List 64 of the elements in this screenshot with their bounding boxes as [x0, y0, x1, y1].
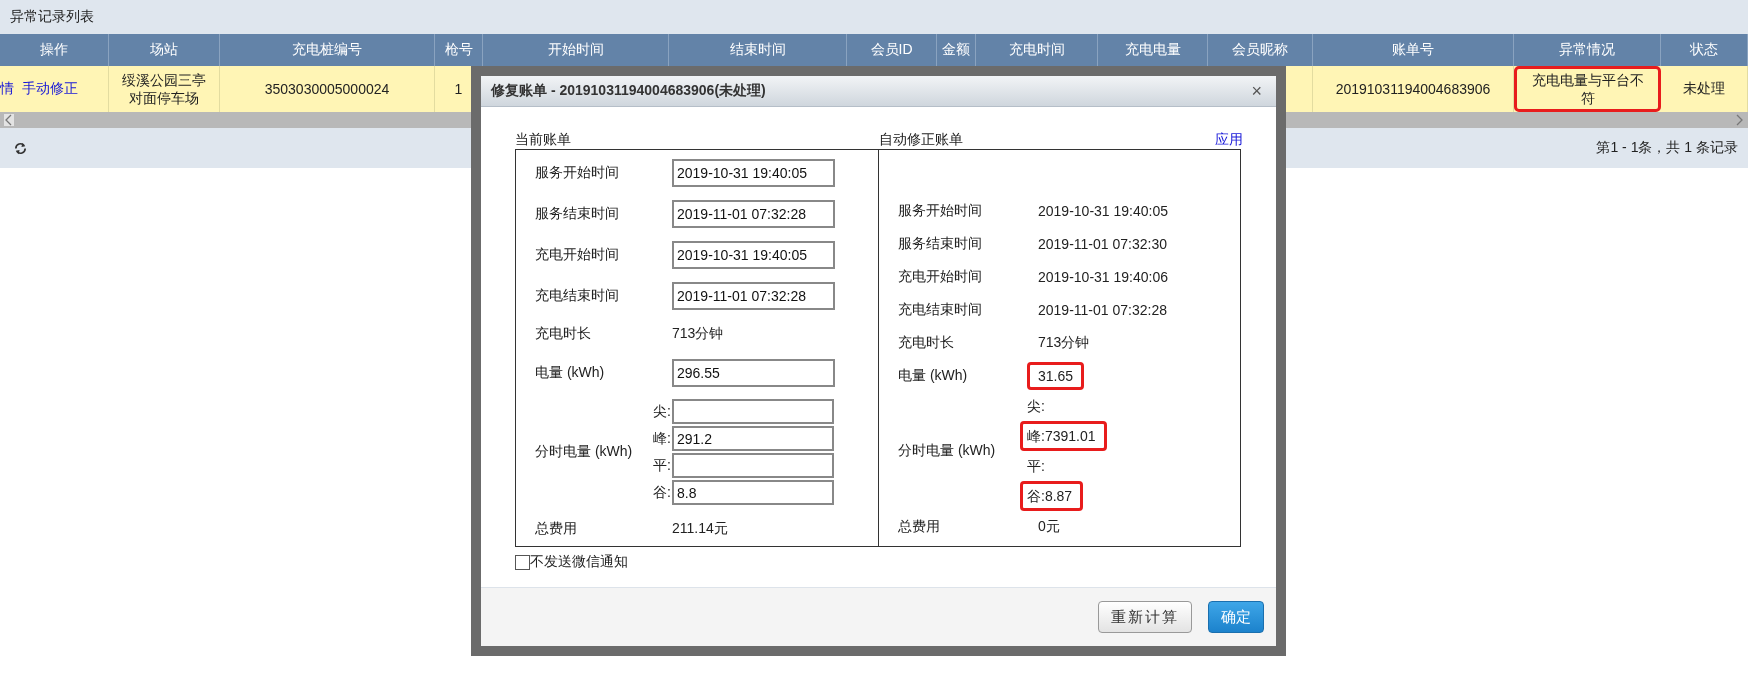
field-label: 总费用: [898, 517, 941, 536]
field-value: 2019-11-01 07:32:28: [1037, 300, 1168, 320]
input-field[interactable]: 2019-10-31 19:40:05: [672, 158, 835, 187]
field-label: 分时电量 (kWh): [898, 442, 997, 460]
table-cell: 未处理: [1683, 80, 1725, 98]
field-value: 峰:7391.01: [1020, 421, 1107, 451]
field-label: 电量 (kWh): [898, 366, 969, 385]
table-cell: 20191031194004683906: [1335, 81, 1491, 97]
period-label: 尖:: [653, 402, 672, 421]
field-value: 2019-10-31 19:40:05: [1037, 201, 1169, 221]
input-field[interactable]: 296.55: [672, 358, 835, 387]
period-label: 平:: [653, 456, 672, 475]
field-label: 服务结束时间: [535, 204, 620, 223]
field-label: 充电时长: [898, 333, 955, 352]
field-value: 211.14元: [671, 519, 729, 538]
field-label: 充电开始时间: [535, 245, 620, 264]
field-value: 713分钟: [1037, 332, 1091, 352]
field-label: 服务开始时间: [898, 201, 983, 220]
field-value: 0元: [1037, 516, 1061, 536]
field-label: 服务结束时间: [898, 234, 983, 253]
scroll-left-icon[interactable]: [4, 114, 14, 126]
input-field[interactable]: [672, 399, 834, 424]
checkbox-label: 不发送微信通知: [530, 553, 628, 571]
field-label: 分时电量 (kWh): [535, 443, 634, 461]
table-cell: 充电电量与平台不符: [1514, 66, 1661, 112]
checkbox[interactable]: [515, 554, 530, 570]
field-label: 充电结束时间: [535, 286, 620, 305]
period-label: 峰:: [653, 429, 672, 448]
section-heading: 自动修正账单: [879, 131, 963, 149]
input-field[interactable]: 2019-11-01 07:32:28: [672, 281, 835, 310]
field-label: 电量 (kWh): [535, 363, 606, 382]
input-field[interactable]: 8.8: [672, 480, 834, 505]
action-link[interactable]: 情: [0, 80, 14, 98]
table-cell: 3503030005000024: [264, 81, 390, 97]
table-cell-text: 绥溪公园三亭对面停车场: [121, 71, 207, 107]
input-field[interactable]: 2019-10-31 19:40:05: [672, 240, 835, 269]
scroll-right-icon[interactable]: [1734, 114, 1744, 126]
recalculate-button[interactable]: 重新计算: [1098, 601, 1192, 633]
input-field[interactable]: 2019-11-01 07:32:28: [672, 199, 835, 228]
apply-link[interactable]: 应用: [1215, 131, 1243, 149]
action-link[interactable]: 手动修正: [22, 80, 78, 98]
input-field[interactable]: [672, 453, 834, 478]
field-value: 平:: [1026, 457, 1046, 476]
field-value: 713分钟: [671, 324, 725, 343]
field-label: 充电结束时间: [898, 300, 983, 319]
field-value: 尖:: [1026, 397, 1046, 416]
field-value: 2019-11-01 07:32:30: [1037, 234, 1168, 254]
dialog-title: 修复账单 - 20191031194004683906(未处理): [491, 82, 766, 100]
table-cell: 1: [454, 81, 463, 97]
field-label: 总费用: [535, 520, 578, 538]
confirm-button[interactable]: 确定: [1208, 601, 1264, 633]
pagination-text: 第1 - 1条，共 1 条记录: [1596, 139, 1738, 157]
field-value: 31.65: [1027, 361, 1085, 390]
close-button[interactable]: ×: [1247, 81, 1266, 101]
field-value: 2019-10-31 19:40:06: [1037, 267, 1169, 287]
list-title: 异常记录列表: [10, 8, 94, 26]
input-field[interactable]: 291.2: [672, 426, 834, 451]
field-label: 充电开始时间: [898, 267, 983, 286]
refresh-icon[interactable]: [13, 140, 28, 156]
field-label: 充电时长: [535, 325, 592, 343]
period-label: 谷:: [653, 483, 672, 502]
section-heading: 当前账单: [515, 131, 572, 149]
field-value: 谷:8.87: [1020, 481, 1084, 511]
field-label: 服务开始时间: [535, 163, 620, 182]
